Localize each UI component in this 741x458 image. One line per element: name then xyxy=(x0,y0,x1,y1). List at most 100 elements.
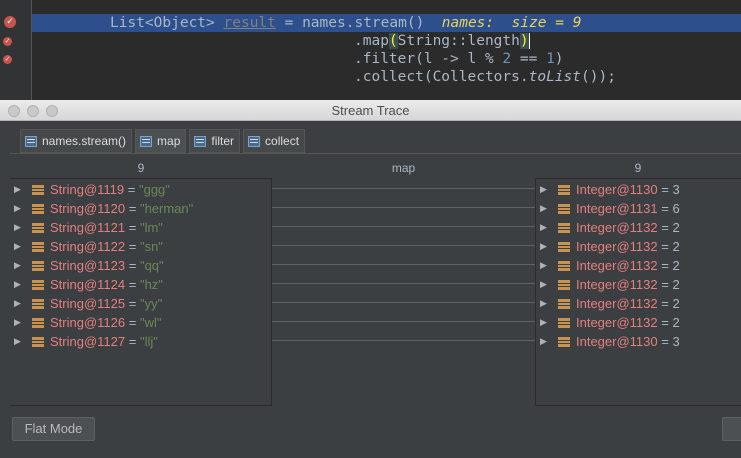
list-item[interactable]: ▶ Integer@1132 = 2 xyxy=(536,294,741,313)
list-item[interactable]: ▶ Integer@1130 = 3 xyxy=(536,332,741,351)
list-item[interactable]: ▶ String@1127 = "llj" xyxy=(10,332,271,351)
window-titlebar[interactable]: Stream Trace xyxy=(0,100,741,121)
code-line[interactable]: .filter(l -> l % 2 == 1) xyxy=(32,50,741,68)
object-field-icon xyxy=(32,318,44,328)
object-name: String@1123 xyxy=(50,258,126,273)
object-value: 2 xyxy=(672,220,680,235)
object-field-icon xyxy=(558,261,570,271)
equals-sign: = xyxy=(657,182,673,197)
code-line[interactable]: .map(String::length) xyxy=(32,32,741,50)
code-token: toList xyxy=(528,69,581,85)
output-values-list[interactable]: ▶ Integer@1130 = 3 ▶ Integer@1131 = 6 ▶ Integ… xyxy=(535,178,741,406)
expand-arrow-icon[interactable]: ▶ xyxy=(14,218,21,237)
object-value: 2 xyxy=(672,277,680,292)
object-field-icon xyxy=(558,204,570,214)
tab-label: collect xyxy=(265,134,300,148)
expand-arrow-icon[interactable]: ▶ xyxy=(14,180,21,199)
editor-gutter[interactable]: ✓ ✓ ✓ xyxy=(0,0,32,100)
code-token: ) xyxy=(554,51,564,67)
input-values-list[interactable]: ▶ String@1119 = "ggg" ▶ String@1120 = "herm… xyxy=(10,178,272,406)
operation-header: map xyxy=(391,161,416,175)
expand-arrow-icon[interactable]: ▶ xyxy=(14,275,21,294)
expand-arrow-icon[interactable]: ▶ xyxy=(14,313,21,332)
stream-breakpoint-icon[interactable]: ✓ xyxy=(3,55,12,64)
overflow-button[interactable] xyxy=(722,417,741,441)
expand-arrow-icon[interactable]: ▶ xyxy=(14,199,21,218)
item-text: String@1122 = "sn" xyxy=(50,237,163,256)
tab-label: map xyxy=(157,134,181,148)
flat-mode-button[interactable]: Flat Mode xyxy=(12,417,95,441)
tab-filter[interactable]: filter xyxy=(189,129,241,153)
list-item[interactable]: ▶ String@1121 = "lm" xyxy=(10,218,271,237)
expand-arrow-icon[interactable]: ▶ xyxy=(14,256,21,275)
item-text: String@1124 = "hz" xyxy=(50,275,163,294)
list-item[interactable]: ▶ Integer@1132 = 2 xyxy=(536,313,741,332)
equals-sign: = xyxy=(657,315,673,330)
breakpoint-icon[interactable]: ✓ xyxy=(4,16,16,28)
expand-arrow-icon[interactable]: ▶ xyxy=(540,199,547,218)
tab-map[interactable]: map xyxy=(135,129,187,153)
code-editor[interactable]: ✓ ✓ ✓ List<Object> result = names.stream… xyxy=(0,0,741,100)
mapping-link xyxy=(272,207,535,208)
expand-arrow-icon[interactable]: ▶ xyxy=(14,237,21,256)
tab-collect[interactable]: collect xyxy=(243,129,306,153)
code-token: names: size = 9 xyxy=(441,15,582,31)
stream-table-icon xyxy=(194,135,207,147)
list-item[interactable]: ▶ String@1122 = "sn" xyxy=(10,237,271,256)
object-field-icon xyxy=(558,223,570,233)
item-text: String@1127 = "llj" xyxy=(50,332,158,351)
object-field-icon xyxy=(32,280,44,290)
expand-arrow-icon[interactable]: ▶ xyxy=(540,218,547,237)
list-item[interactable]: ▶ Integer@1132 = 2 xyxy=(536,218,741,237)
tab-names-stream[interactable]: names.stream() xyxy=(20,129,133,153)
list-item[interactable]: ▶ Integer@1131 = 6 xyxy=(536,199,741,218)
object-field-icon xyxy=(32,204,44,214)
item-text: Integer@1132 = 2 xyxy=(576,294,680,313)
object-name: String@1122 xyxy=(50,239,126,254)
object-name: String@1125 xyxy=(50,296,126,311)
stream-breakpoint-icon[interactable]: ✓ xyxy=(3,37,12,46)
expand-arrow-icon[interactable]: ▶ xyxy=(540,180,547,199)
expand-arrow-icon[interactable]: ▶ xyxy=(540,294,547,313)
object-value: 2 xyxy=(672,239,680,254)
object-field-icon xyxy=(558,299,570,309)
expand-arrow-icon[interactable]: ▶ xyxy=(540,237,547,256)
list-item[interactable]: ▶ Integer@1132 = 2 xyxy=(536,275,741,294)
list-item[interactable]: ▶ String@1123 = "qq" xyxy=(10,256,271,275)
equals-sign: = xyxy=(657,296,673,311)
expand-arrow-icon[interactable]: ▶ xyxy=(14,294,21,313)
left-count-header: 9 xyxy=(137,161,145,175)
mapping-link xyxy=(272,283,535,284)
list-item[interactable]: ▶ Integer@1132 = 2 xyxy=(536,237,741,256)
expand-arrow-icon[interactable]: ▶ xyxy=(540,313,547,332)
code-token: ( xyxy=(388,33,398,49)
object-field-icon xyxy=(32,299,44,309)
list-item[interactable]: ▶ String@1124 = "hz" xyxy=(10,275,271,294)
code-line-current[interactable]: List<Object> result = names.stream() nam… xyxy=(32,14,741,32)
equals-sign: = xyxy=(657,201,673,216)
equals-sign: = xyxy=(657,239,673,254)
equals-sign: = xyxy=(125,315,140,330)
list-item[interactable]: ▶ String@1120 = "herman" xyxy=(10,199,271,218)
expand-arrow-icon[interactable]: ▶ xyxy=(540,275,547,294)
equals-sign: = xyxy=(657,334,673,349)
equals-sign: = xyxy=(125,220,140,235)
list-item[interactable]: ▶ Integer@1132 = 2 xyxy=(536,256,741,275)
object-value: "hz" xyxy=(139,277,163,292)
tab-label: names.stream() xyxy=(42,134,127,148)
list-item[interactable]: ▶ String@1126 = "wl" xyxy=(10,313,271,332)
item-text: String@1126 = "wl" xyxy=(50,313,161,332)
expand-arrow-icon[interactable]: ▶ xyxy=(540,256,547,275)
tab-bar: names.stream() map filter collect xyxy=(20,129,306,153)
list-item[interactable]: ▶ String@1119 = "ggg" xyxy=(10,180,271,199)
code-token: List<Object> xyxy=(110,15,224,31)
equals-sign: = xyxy=(125,258,140,273)
right-count-header: 9 xyxy=(634,161,642,175)
item-text: String@1125 = "yy" xyxy=(50,294,162,313)
expand-arrow-icon[interactable]: ▶ xyxy=(540,332,547,351)
code-line[interactable]: .collect(Collectors.toList()); xyxy=(32,68,741,86)
item-text: String@1119 = "ggg" xyxy=(50,180,170,199)
expand-arrow-icon[interactable]: ▶ xyxy=(14,332,21,351)
list-item[interactable]: ▶ String@1125 = "yy" xyxy=(10,294,271,313)
list-item[interactable]: ▶ Integer@1130 = 3 xyxy=(536,180,741,199)
